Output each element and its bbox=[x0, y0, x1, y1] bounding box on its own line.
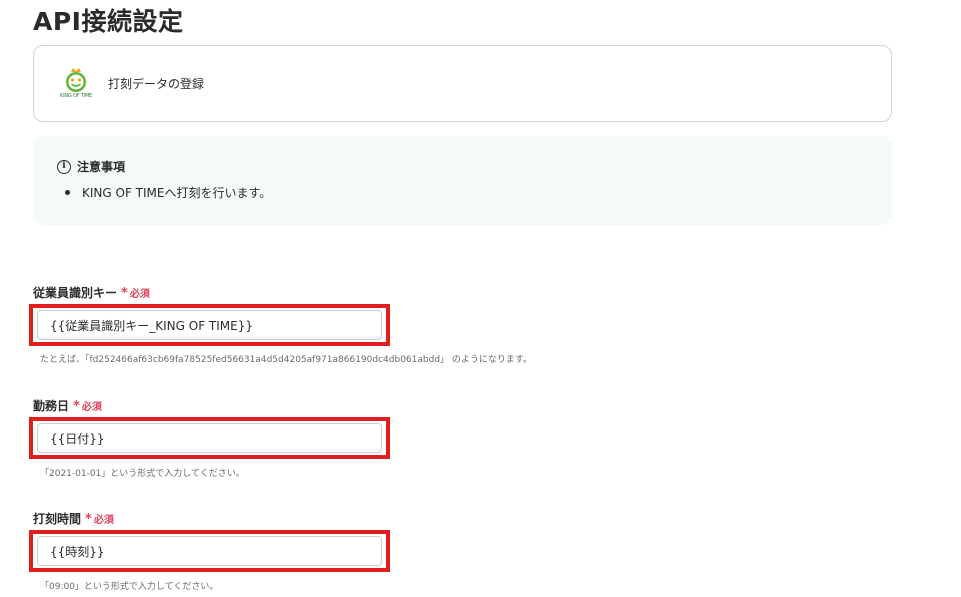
punch-time-highlight: {{時刻}} bbox=[29, 530, 390, 572]
punch-time-hint: 「09:00」という形式で入力してください。 bbox=[40, 582, 219, 592]
employee-key-label: 従業員識別キー * 必須 bbox=[33, 284, 150, 301]
work-date-label: 勤務日 * 必須 bbox=[33, 397, 102, 414]
action-label: 打刻データの登録 bbox=[108, 77, 205, 91]
field-label-text: 従業員識別キー bbox=[33, 286, 118, 300]
api-settings-page: API接続設定 KING OF TIME 打刻データの登録 i 注意事項 KIN… bbox=[0, 0, 961, 597]
bullet-icon bbox=[65, 190, 70, 195]
notice-item-text: KING OF TIMEへ打刻を行います。 bbox=[82, 186, 272, 200]
notice-box: i 注意事項 KING OF TIMEへ打刻を行います。 bbox=[33, 136, 892, 225]
required-text: 必須 bbox=[129, 289, 150, 300]
king-of-time-logo-icon: KING OF TIME bbox=[60, 66, 92, 102]
punch-time-input[interactable]: {{時刻}} bbox=[37, 536, 382, 566]
notice-item: KING OF TIMEへ打刻を行います。 bbox=[65, 184, 892, 201]
required-star: * bbox=[85, 512, 92, 527]
input-value: {{従業員識別キー_KING OF TIME}} bbox=[50, 318, 254, 333]
field-label-text: 打刻時間 bbox=[33, 512, 82, 526]
employee-key-hint: たとえば、「fd252466af63cb69fa78525fed56631a4d… bbox=[40, 355, 532, 365]
input-value: {{日付}} bbox=[50, 431, 105, 446]
work-date-input[interactable]: {{日付}} bbox=[37, 423, 382, 453]
notice-header: i 注意事項 bbox=[57, 158, 892, 175]
logo-text: KING OF TIME bbox=[60, 92, 92, 99]
employee-key-input[interactable]: {{従業員識別キー_KING OF TIME}} bbox=[37, 310, 382, 340]
required-star: * bbox=[121, 286, 128, 301]
info-icon: i bbox=[57, 159, 71, 174]
employee-key-highlight: {{従業員識別キー_KING OF TIME}} bbox=[29, 304, 390, 346]
required-star: * bbox=[73, 399, 80, 414]
required-text: 必須 bbox=[93, 515, 114, 526]
action-card[interactable]: KING OF TIME 打刻データの登録 bbox=[33, 45, 892, 122]
page-title: API接続設定 bbox=[33, 7, 184, 36]
input-value: {{時刻}} bbox=[50, 544, 105, 559]
field-label-text: 勤務日 bbox=[33, 399, 70, 413]
notice-title: 注意事項 bbox=[77, 160, 126, 174]
punch-time-label: 打刻時間 * 必須 bbox=[33, 510, 114, 527]
work-date-highlight: {{日付}} bbox=[29, 417, 390, 459]
notice-list: KING OF TIMEへ打刻を行います。 bbox=[57, 184, 892, 201]
work-date-hint: 「2021-01-01」という形式で入力してください。 bbox=[40, 469, 245, 479]
required-text: 必須 bbox=[81, 402, 102, 413]
